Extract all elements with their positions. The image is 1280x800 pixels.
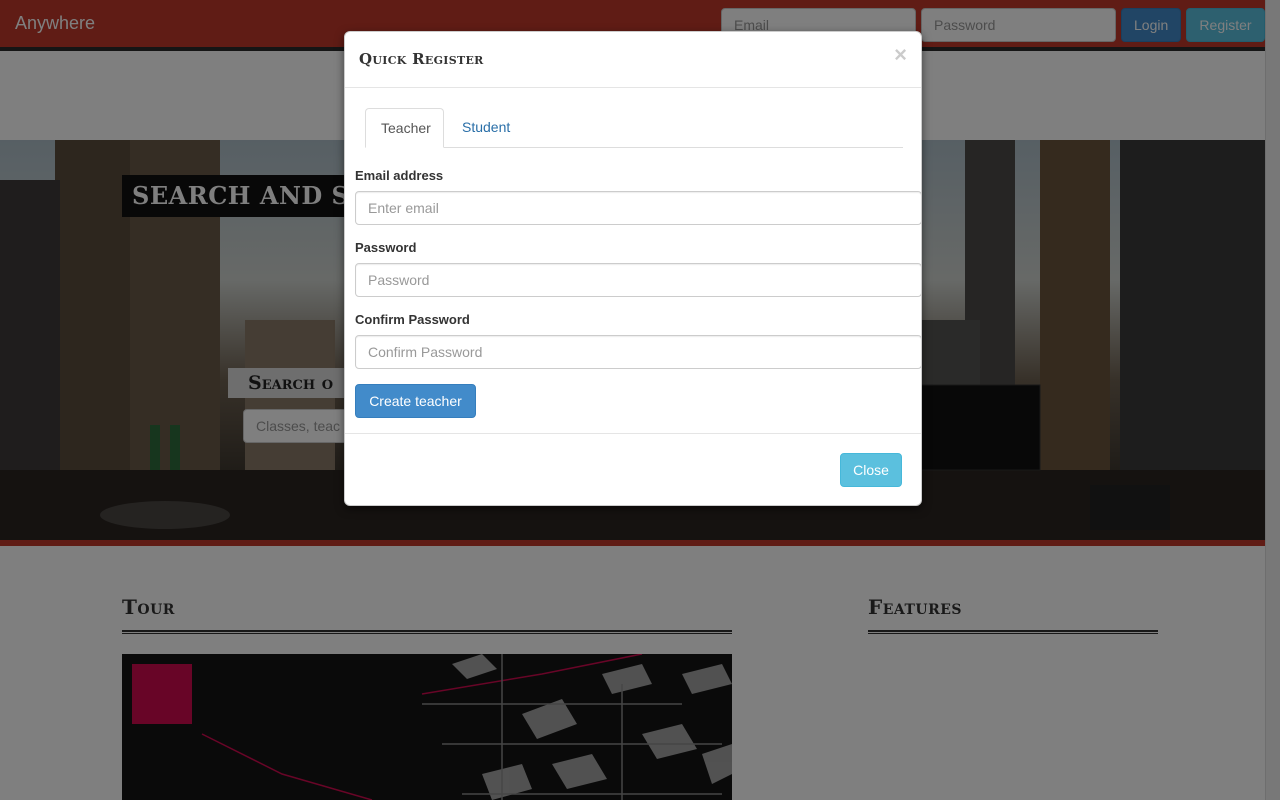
close-icon[interactable]: × [894,44,907,66]
email-label: Email address [355,168,444,183]
create-teacher-button[interactable]: Create teacher [355,384,476,418]
email-field[interactable] [355,191,922,225]
password-label: Password [355,240,417,255]
tab-teacher[interactable]: Teacher [365,108,444,148]
confirm-password-label: Confirm Password [355,312,470,327]
quick-register-modal: Quick Register × Teacher Student Email a… [344,31,922,506]
modal-title: Quick Register [359,50,484,68]
password-field[interactable] [355,263,922,297]
close-button[interactable]: Close [840,453,902,487]
confirm-password-field[interactable] [355,335,922,369]
modal-header: Quick Register × [345,32,921,88]
tab-student[interactable]: Student [447,108,525,148]
modal-footer: Close [345,433,921,505]
register-tabs: Teacher Student [365,108,903,148]
